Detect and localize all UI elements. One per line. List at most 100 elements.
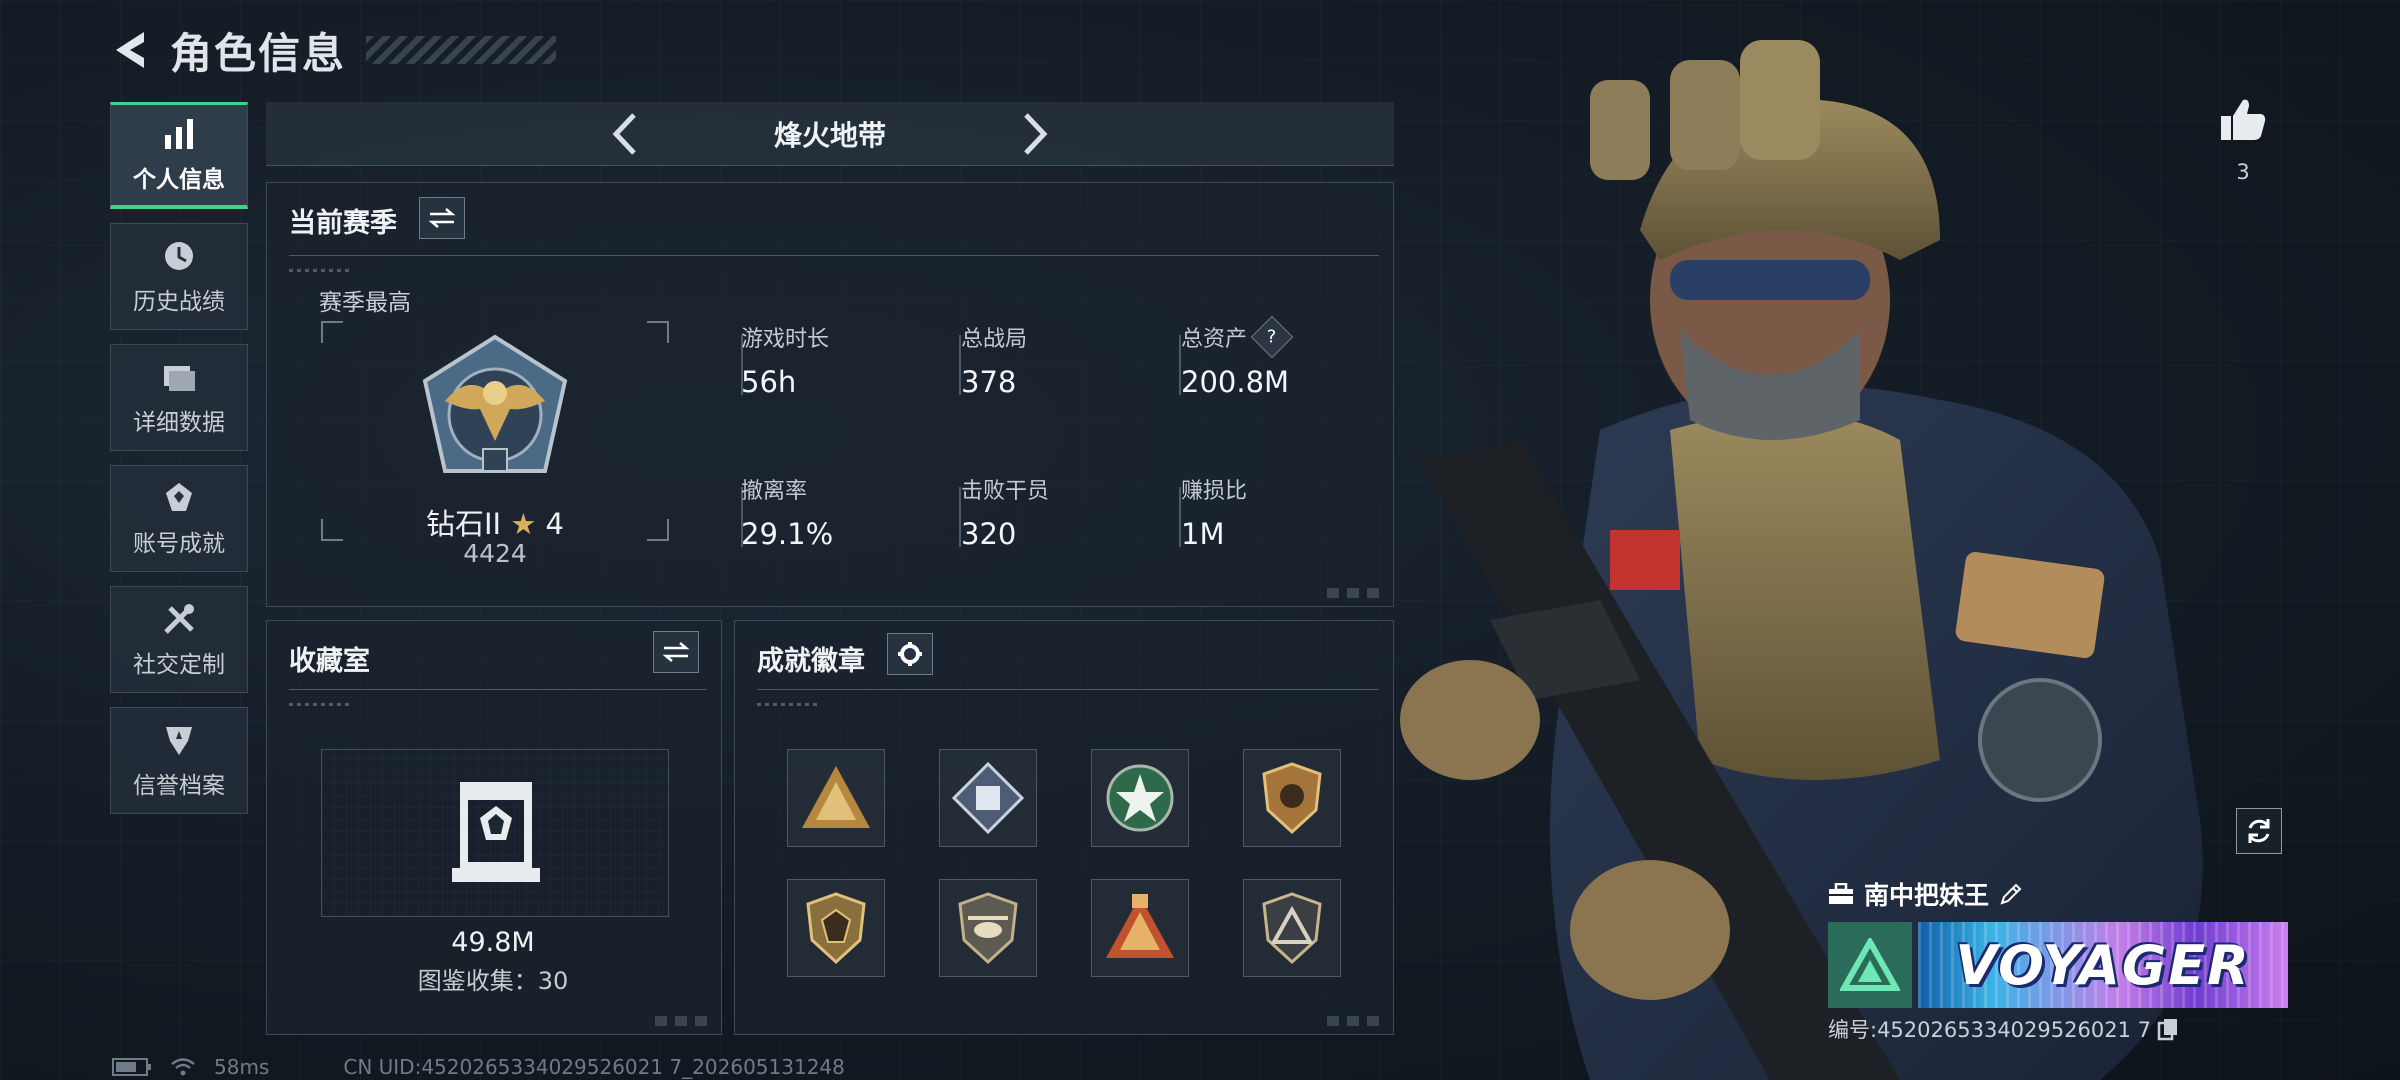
player-card: 南中把妹王 VOYAGER 编号:4520265334029526021 7 <box>1828 876 2288 1044</box>
back-arrow-icon <box>116 32 144 68</box>
stat-value: 1M <box>1181 517 1225 551</box>
back-button[interactable] <box>108 28 152 72</box>
badge-slot[interactable] <box>1243 749 1341 847</box>
stat-kills: 击败干员 320 <box>961 473 1049 551</box>
helicopter-badge-icon <box>958 892 1018 965</box>
corner-decoration <box>1327 1016 1385 1026</box>
uid-text: CN UID:4520265334029526021 7_20260513124… <box>343 1055 845 1079</box>
stat-label: 总战局 <box>961 327 1028 352</box>
folder-icon <box>161 359 197 395</box>
divider <box>757 689 1379 690</box>
stat-total-assets: 总资产 ? 200.8M <box>1181 315 1294 399</box>
badge-slot[interactable] <box>1091 749 1189 847</box>
ping-value: 58ms <box>214 1055 270 1079</box>
season-panel-title: 当前赛季 <box>289 208 397 239</box>
next-mode-button[interactable] <box>1010 109 1060 159</box>
orange-shield-badge-icon <box>1262 762 1322 835</box>
divider-tick <box>289 269 349 272</box>
green-triangle-icon <box>1840 938 1900 991</box>
stat-profit-ratio: 赚损比 1M <box>1181 473 1247 551</box>
collection-value: 49.8M <box>451 927 535 958</box>
divider <box>289 255 1379 256</box>
rank-name: 钻石II <box>426 507 502 541</box>
swap-icon <box>662 642 690 662</box>
sidebar-item-social-custom[interactable]: 社交定制 <box>110 586 248 693</box>
stat-value: 320 <box>961 517 1017 551</box>
sidebar-item-label: 社交定制 <box>133 651 225 678</box>
stat-total-matches: 总战局 378 <box>961 321 1027 399</box>
corner-decoration <box>655 1016 713 1026</box>
thumbs-up-icon <box>2221 99 2266 140</box>
player-card-row: VOYAGER <box>1828 922 2288 1008</box>
status-bar: 58ms CN UID:4520265334029526021 7_202605… <box>112 1055 845 1079</box>
swap-icon <box>428 208 456 228</box>
like-button[interactable]: 3 <box>2216 96 2270 184</box>
player-banner[interactable]: VOYAGER <box>1918 922 2288 1008</box>
copy-icon[interactable] <box>2157 1017 2179 1041</box>
badge-slot[interactable] <box>787 879 885 977</box>
achievement-icon <box>161 480 197 516</box>
sidebar-item-achievements[interactable]: 账号成就 <box>110 465 248 572</box>
refresh-button[interactable] <box>2236 808 2282 854</box>
stat-label: 撤离率 <box>741 479 808 504</box>
silver-triangle-badge-icon <box>1262 892 1322 965</box>
collection-panel: 收藏室 49.8M 图鉴收集：30 <box>266 620 722 1035</box>
badges-panel: 成就徽章 <box>734 620 1394 1035</box>
sidebar-item-history[interactable]: 历史战绩 <box>110 223 248 330</box>
player-name: 南中把妹王 <box>1864 881 1990 910</box>
badge-slot[interactable] <box>939 749 1037 847</box>
star-icon: ★ <box>510 507 537 541</box>
prev-mode-button[interactable] <box>600 109 650 159</box>
season-best-label: 赛季最高 <box>319 290 411 316</box>
help-button[interactable]: ? <box>1250 315 1294 359</box>
stat-extract-rate: 撤离率 29.1% <box>741 473 833 551</box>
stat-play-time: 游戏时长 56h <box>741 321 829 399</box>
rank-name-row: 钻石II ★ 4 <box>321 501 669 543</box>
badge-slot[interactable] <box>787 749 885 847</box>
mode-name: 烽火地带 <box>773 118 886 152</box>
badge-slot[interactable] <box>1243 879 1341 977</box>
banner-text: VOYAGER <box>1955 933 2251 997</box>
stat-value: 200.8M <box>1181 365 1290 399</box>
season-panel: 当前赛季 赛季最高 钻石II ★ 4 4424 游戏时长 56h 总战局 378 <box>266 182 1394 607</box>
badge-settings-button[interactable] <box>887 633 933 675</box>
divider-tick <box>289 703 349 706</box>
gold-shield-badge-icon <box>806 892 866 965</box>
tier-icon <box>1828 922 1912 1008</box>
triangle-squad-badge-icon <box>802 766 870 828</box>
sidebar: 个人信息 历史战绩 详细数据 账号成就 社交定制 信誉档案 <box>110 102 248 814</box>
corner-decoration <box>1327 588 1385 598</box>
badge-slot[interactable] <box>939 879 1037 977</box>
diamond-crate-badge-icon <box>951 761 1025 835</box>
sidebar-item-reputation[interactable]: 信誉档案 <box>110 707 248 814</box>
page-title: 角色信息 <box>170 28 347 78</box>
badge-grid <box>787 749 1341 977</box>
wifi-icon <box>171 1058 195 1076</box>
briefcase-icon <box>1829 883 1853 904</box>
badge-slot[interactable] <box>1091 879 1189 977</box>
sidebar-item-label: 详细数据 <box>133 409 225 436</box>
sidebar-item-personal-info[interactable]: 个人信息 <box>110 102 248 209</box>
edit-icon[interactable] <box>1999 882 2023 906</box>
title-decoration <box>366 36 557 64</box>
sidebar-item-detailed-data[interactable]: 详细数据 <box>110 344 248 451</box>
switch-collection-button[interactable] <box>653 631 699 673</box>
sidebar-item-label: 个人信息 <box>133 167 225 193</box>
switch-season-button[interactable] <box>419 197 465 239</box>
collection-count: 图鉴收集：30 <box>417 967 569 995</box>
stat-label-row: 总资产 ? <box>1181 315 1294 359</box>
stat-label: 击败干员 <box>961 479 1050 504</box>
battery-icon <box>112 1058 151 1076</box>
like-count: 3 <box>2236 160 2250 184</box>
help-icon: ? <box>1267 326 1277 348</box>
stat-value: 378 <box>961 365 1017 399</box>
top-bar: 角色信息 <box>108 20 557 80</box>
green-star-badge-icon <box>1106 764 1174 832</box>
stat-value: 29.1% <box>741 517 834 551</box>
stat-value: 56h <box>741 365 797 399</box>
tools-icon <box>161 601 197 637</box>
vault-pedestal-icon <box>452 782 540 882</box>
mode-selector: 烽火地带 <box>266 102 1394 166</box>
collection-vault-display[interactable] <box>321 749 669 917</box>
history-icon <box>161 238 197 274</box>
